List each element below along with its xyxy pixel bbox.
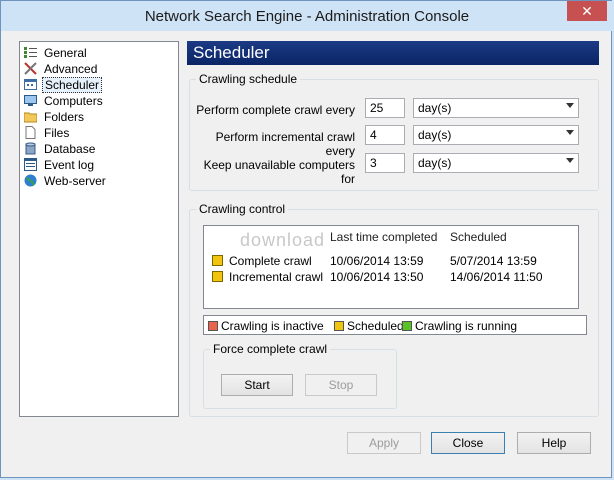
list-item[interactable]: Complete crawl (212, 254, 312, 268)
crawl-status-list[interactable]: download Last time completed Scheduled C… (203, 225, 579, 309)
tree-item-web-server[interactable]: Web-server (24, 173, 108, 189)
main-window: Network Search Engine - Administration C… (0, 0, 613, 478)
chevron-down-icon (566, 130, 574, 135)
content-frame: General Advanced Scheduler Computers Fol… (7, 31, 607, 473)
column-header-scheduled[interactable]: Scheduled (450, 230, 507, 244)
help-button[interactable]: Help (517, 432, 591, 454)
running-status-icon (402, 321, 412, 331)
database-icon (24, 142, 37, 155)
title-bar: Network Search Engine - Administration C… (1, 1, 613, 31)
scheduled-status-icon (334, 321, 344, 331)
stop-button[interactable]: Stop (305, 374, 377, 396)
panel-title: Scheduler (193, 43, 270, 62)
scheduled-cell: 5/07/2014 13:59 (450, 254, 537, 268)
crawling-control-label: Crawling control (196, 202, 289, 216)
force-crawl-label: Force complete crawl (210, 342, 331, 356)
tree-item-folders[interactable]: Folders (23, 109, 86, 125)
tree-item-general[interactable]: General (24, 45, 89, 61)
keep-unavailable-unit-select[interactable]: day(s) (413, 153, 579, 173)
chevron-down-icon (566, 103, 574, 108)
apply-button[interactable]: Apply (347, 432, 421, 454)
legend-running: Crawling is running (402, 319, 517, 333)
file-icon (24, 126, 37, 139)
last-completed-cell: 10/06/2014 13:59 (330, 254, 424, 268)
status-legend: Crawling is inactive Scheduled Crawling … (203, 315, 587, 335)
legend-scheduled: Scheduled (334, 319, 404, 333)
folder-icon (23, 110, 38, 123)
event-log-icon (24, 158, 37, 171)
tree-item-event-log[interactable]: Event log (24, 157, 96, 173)
globe-icon (24, 174, 37, 187)
computers-icon (24, 94, 37, 107)
panel-header: Scheduler (187, 41, 599, 65)
complete-crawl-interval-input[interactable]: 25 (365, 98, 405, 118)
tree-item-advanced[interactable]: Advanced (24, 61, 99, 77)
incremental-crawl-interval-input[interactable]: 4 (365, 125, 405, 145)
scheduled-status-icon (212, 271, 223, 282)
legend-inactive: Crawling is inactive (208, 319, 324, 333)
tree-item-database[interactable]: Database (24, 141, 97, 157)
navigation-tree: General Advanced Scheduler Computers Fol… (19, 41, 179, 417)
tree-item-files[interactable]: Files (24, 125, 71, 141)
incremental-crawl-interval-label: Perform incremental crawl every (215, 130, 355, 158)
scheduled-cell: 14/06/2014 11:50 (450, 270, 543, 284)
crawling-schedule-label: Crawling schedule (196, 72, 301, 86)
chevron-down-icon (566, 158, 574, 163)
column-header-last-completed[interactable]: Last time completed (330, 230, 437, 244)
tree-item-scheduler[interactable]: Scheduler (24, 77, 103, 93)
last-completed-cell: 10/06/2014 13:50 (330, 270, 424, 284)
start-button[interactable]: Start (221, 374, 293, 396)
close-window-button[interactable]: ✕ (567, 1, 607, 21)
complete-crawl-interval-label: Perform complete crawl every (196, 103, 355, 117)
scheduler-icon (24, 78, 37, 91)
list-item[interactable]: Incremental crawl (212, 270, 323, 284)
incremental-crawl-unit-select[interactable]: day(s) (413, 125, 579, 145)
keep-unavailable-input[interactable]: 3 (365, 153, 405, 173)
tree-item-computers[interactable]: Computers (24, 93, 105, 109)
keep-unavailable-label: Keep unavailable computers for (203, 158, 355, 186)
complete-crawl-unit-select[interactable]: day(s) (413, 98, 579, 118)
general-icon (24, 46, 37, 59)
advanced-icon (24, 62, 37, 75)
watermark: download (240, 230, 326, 250)
inactive-status-icon (208, 321, 218, 331)
close-button[interactable]: Close (431, 432, 505, 454)
scheduled-status-icon (212, 255, 223, 266)
window-title: Network Search Engine - Administration C… (144, 8, 470, 25)
